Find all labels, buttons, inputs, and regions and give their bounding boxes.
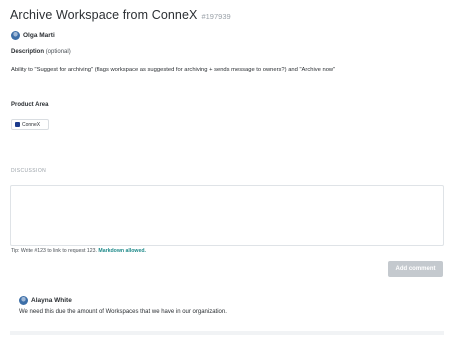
- comment-author: Alayna White: [19, 296, 72, 305]
- page-title: Archive Workspace from ConneX: [10, 8, 198, 22]
- product-area-label: Product Area: [11, 102, 49, 108]
- markdown-allowed-link[interactable]: Markdown allowed.: [98, 248, 146, 254]
- add-comment-button[interactable]: Add comment: [388, 261, 443, 277]
- request-author: Olga Marti: [11, 31, 55, 40]
- markdown-tip: Tip: Write #123 to link to request 123. …: [11, 248, 146, 254]
- avatar: [11, 31, 20, 40]
- divider: [10, 331, 444, 335]
- description-optional-hint: (optional): [45, 49, 71, 55]
- description-label-text: Description: [11, 49, 45, 55]
- tag-label: ConneX: [22, 121, 41, 128]
- discussion-input[interactable]: [10, 185, 444, 246]
- avatar: [19, 296, 28, 305]
- request-id: #197939: [201, 12, 231, 21]
- comment-author-name[interactable]: Alayna White: [31, 297, 72, 304]
- description-text[interactable]: Ability to "Suggest for archiving" (flag…: [11, 67, 335, 73]
- comment-text: We need this due the amount of Workspace…: [19, 309, 227, 315]
- discussion-label: DISCUSSION: [11, 168, 47, 174]
- author-name[interactable]: Olga Marti: [23, 32, 55, 39]
- product-area-tag[interactable]: ConneX: [11, 119, 49, 130]
- tip-text: Tip: Write #123 to link to request 123.: [11, 248, 99, 254]
- tag-color-swatch: [15, 122, 20, 127]
- description-label: Description (optional): [11, 49, 71, 55]
- request-header: Archive Workspace from ConneX #197939: [10, 8, 231, 22]
